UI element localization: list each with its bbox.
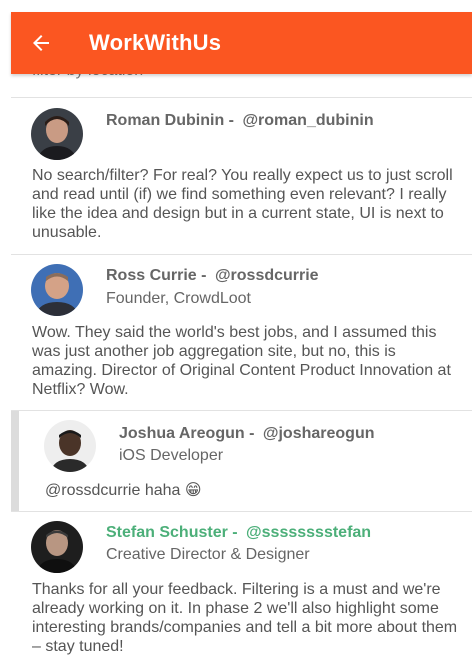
comment-item[interactable]: Roman Dubinin - @roman_dubinin No search… [11,98,472,254]
author-handle[interactable]: @joshareogun [263,425,375,442]
back-button[interactable] [11,12,71,74]
author-title: Founder, CrowdLoot [106,290,251,307]
author-title: Creative Director & Designer [106,546,310,563]
author-handle[interactable]: @roman_dubinin [242,112,373,129]
author-name[interactable]: Stefan Schuster [106,524,228,541]
author-title: iOS Developer [119,447,224,464]
comment-text: @rossdcurrie haha 😁 [45,482,202,499]
comment-item[interactable]: Stefan Schuster - @sssssssstefan Creativ… [11,512,472,657]
author-handle[interactable]: @sssssssstefan [246,524,371,541]
author-name[interactable]: Ross Currie [106,267,197,284]
author-name[interactable]: Roman Dubinin [106,112,224,129]
comment-author: Stefan Schuster - @sssssssstefan [106,524,371,542]
comment-author: Ross Currie - @rossdcurrie [106,267,319,285]
arrow-back-icon [33,35,49,51]
author-separator: - [249,425,255,442]
comment-text: Thanks for all your feedback. Filtering … [32,581,458,655]
avatar[interactable] [44,420,96,472]
avatar[interactable] [31,521,83,573]
comment-author: Joshua Areogun - @joshareogun [119,425,374,443]
reply-item[interactable]: Joshua Areogun - @joshareogun iOS Develo… [11,411,472,511]
comment-item[interactable]: Ross Currie - @rossdcurrie Founder, Crow… [11,255,472,410]
author-separator: - [228,112,234,129]
avatar[interactable] [31,264,83,316]
comment-author: Roman Dubinin - @roman_dubinin [106,112,374,130]
author-handle[interactable]: @rossdcurrie [215,267,319,284]
app-title: WorkWithUs [89,30,222,55]
avatar[interactable] [31,108,83,160]
comment-text: No search/filter? For real? You really e… [32,167,453,241]
author-separator: - [232,524,238,541]
author-name[interactable]: Joshua Areogun [119,425,245,442]
app-bar: WorkWithUs [11,12,472,74]
comment-text: Wow. They said the world's best jobs, an… [32,324,451,398]
author-separator: - [201,267,207,284]
